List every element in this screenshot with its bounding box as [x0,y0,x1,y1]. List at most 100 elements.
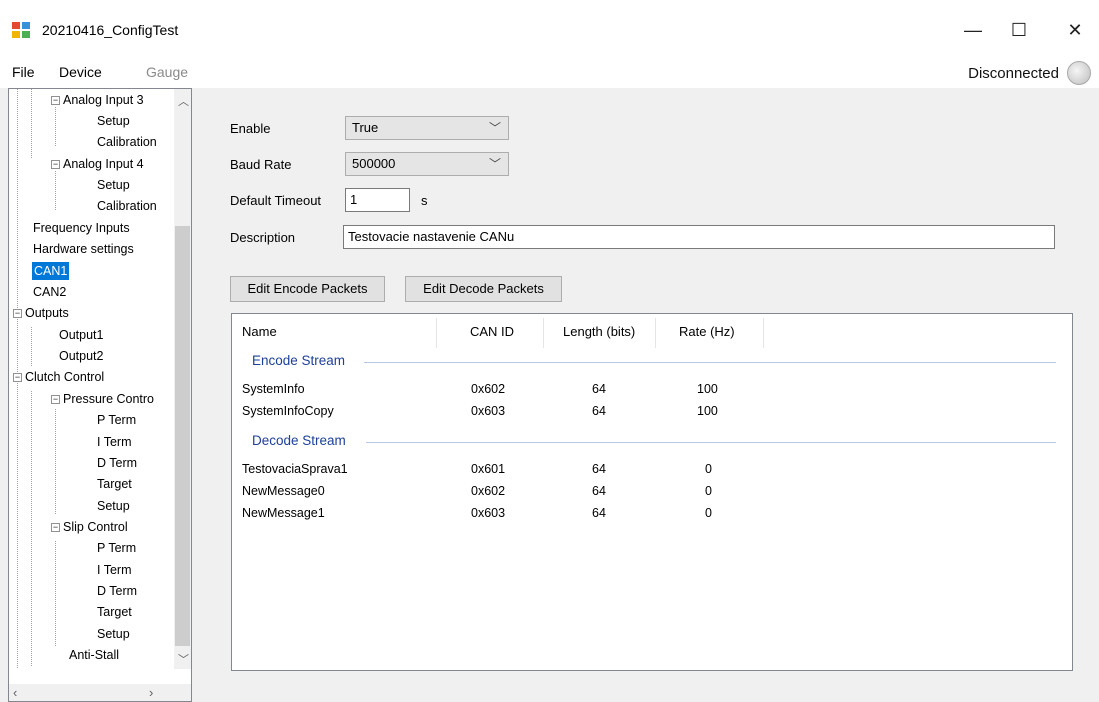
tree-item-frequency-inputs[interactable]: Frequency Inputs [33,219,130,237]
tree-item-output1[interactable]: Output1 [59,326,103,344]
scroll-up-icon[interactable]: ︿ [178,93,189,109]
title-bar: 20210416_ConfigTest — ☐ ✕ [0,0,1099,58]
tree-item-pressure-control[interactable]: Pressure Contro [63,390,154,408]
tree-item-target[interactable]: Target [97,603,132,621]
row-rate[interactable]: 100 [697,382,718,396]
row-can-id[interactable]: 0x601 [471,462,505,476]
enable-select[interactable]: True ﹀ [345,116,509,140]
tree-scroll-thumb[interactable] [175,226,190,646]
tree-item-output2[interactable]: Output2 [59,347,103,365]
row-length[interactable]: 64 [592,382,606,396]
description-label: Description [230,230,296,245]
tree-item-analog-input-4[interactable]: Analog Input 4 [63,155,144,173]
app-icon [12,22,30,38]
tree-item-p-term[interactable]: P Term [97,539,136,557]
group-divider [364,362,1056,363]
column-header-name[interactable]: Name [242,324,277,339]
minimize-icon: — [964,19,982,40]
tree-item-setup[interactable]: Setup [97,112,130,130]
tree-horizontal-scrollbar[interactable]: ‹ › [9,684,191,701]
maximize-button[interactable]: ☐ [996,14,1042,46]
menu-bar: File Device Gauge [0,58,1099,88]
row-name[interactable]: SystemInfoCopy [242,404,334,418]
timeout-unit-label: s [421,193,428,208]
row-length[interactable]: 64 [592,506,606,520]
row-length[interactable]: 64 [592,404,606,418]
tree-item-d-term[interactable]: D Term [97,582,137,600]
enable-value: True [352,120,379,135]
tree-item-slip-control[interactable]: Slip Control [63,518,128,536]
packets-list[interactable]: Name CAN ID Length (bits) Rate (Hz) Enco… [231,313,1073,671]
collapse-icon[interactable]: − [13,309,22,318]
tree-item-anti-stall[interactable]: Anti-Stall [69,646,119,664]
column-header-rate[interactable]: Rate (Hz) [679,324,735,339]
tree-item-setup[interactable]: Setup [97,625,130,643]
column-header-length[interactable]: Length (bits) [563,324,635,339]
collapse-icon[interactable]: − [51,395,60,404]
tree-item-calibration[interactable]: Calibration [97,197,157,215]
tree-item-outputs[interactable]: Outputs [25,304,69,322]
enable-label: Enable [230,121,271,136]
scroll-left-icon[interactable]: ‹ [13,685,17,700]
column-separator [763,318,764,348]
scroll-down-icon[interactable]: ﹀ [178,651,189,667]
row-rate[interactable]: 0 [705,484,712,498]
app-window: 20210416_ConfigTest — ☐ ✕ File Device Ga… [0,0,1099,702]
row-length[interactable]: 64 [592,462,606,476]
collapse-icon[interactable]: − [51,523,60,532]
row-rate[interactable]: 0 [705,506,712,520]
row-rate[interactable]: 100 [697,404,718,418]
default-timeout-input[interactable]: 1 [345,188,410,212]
tree-item-d-term[interactable]: D Term [97,454,137,472]
row-can-id[interactable]: 0x602 [471,484,505,498]
tree-item-analog-input-3[interactable]: Analog Input 3 [63,91,144,109]
menu-gauge[interactable]: Gauge [146,64,188,80]
tree-item-can1[interactable]: CAN1 [32,262,70,280]
edit-decode-packets-button[interactable]: Edit Decode Packets [405,276,562,302]
baud-rate-value: 500000 [352,156,396,171]
group-header-encode[interactable]: Encode Stream [252,353,345,368]
tree-item-i-term[interactable]: I Term [97,433,132,451]
row-name[interactable]: SystemInfo [242,382,305,396]
connection-led-icon [1067,61,1091,85]
row-can-id[interactable]: 0x602 [471,382,505,396]
group-header-decode[interactable]: Decode Stream [252,433,346,448]
row-name[interactable]: NewMessage1 [242,506,325,520]
collapse-icon[interactable]: − [13,373,22,382]
row-name[interactable]: NewMessage0 [242,484,325,498]
chevron-down-icon: ﹀ [488,157,501,171]
maximize-icon: ☐ [1010,19,1028,40]
collapse-icon[interactable]: − [51,160,60,169]
default-timeout-label: Default Timeout [230,193,322,208]
column-header-can-id[interactable]: CAN ID [470,324,514,339]
close-icon: ✕ [1067,19,1083,40]
tree-vertical-scrollbar[interactable]: ︿ ﹀ [174,89,191,669]
column-separator [436,318,437,348]
menu-file[interactable]: File [12,64,35,80]
tree-item-setup[interactable]: Setup [97,497,130,515]
baud-rate-select[interactable]: 500000 ﹀ [345,152,509,176]
scroll-right-icon[interactable]: › [149,685,153,700]
tree-item-setup[interactable]: Setup [97,176,130,194]
tree-item-can2[interactable]: CAN2 [33,283,66,301]
row-can-id[interactable]: 0x603 [471,506,505,520]
collapse-icon[interactable]: − [51,96,60,105]
row-name[interactable]: TestovaciaSprava1 [242,462,348,476]
row-rate[interactable]: 0 [705,462,712,476]
row-length[interactable]: 64 [592,484,606,498]
tree-item-target[interactable]: Target [97,475,132,493]
tree-item-clutch-control[interactable]: Clutch Control [25,368,104,386]
tree-item-i-term[interactable]: I Term [97,561,132,579]
connection-status: Disconnected [968,65,1059,82]
edit-encode-packets-button[interactable]: Edit Encode Packets [230,276,385,302]
description-input[interactable]: Testovacie nastavenie CANu [343,225,1055,249]
minimize-button[interactable]: — [950,14,996,46]
tree-item-p-term[interactable]: P Term [97,411,136,429]
tree-item-hardware-settings[interactable]: Hardware settings [33,240,134,258]
menu-device[interactable]: Device [59,64,102,80]
close-button[interactable]: ✕ [1052,14,1098,46]
tree-item-calibration[interactable]: Calibration [97,133,157,151]
row-can-id[interactable]: 0x603 [471,404,505,418]
config-tree[interactable]: − Analog Input 3 Setup Calibration − Ana… [8,88,192,702]
column-separator [655,318,656,348]
